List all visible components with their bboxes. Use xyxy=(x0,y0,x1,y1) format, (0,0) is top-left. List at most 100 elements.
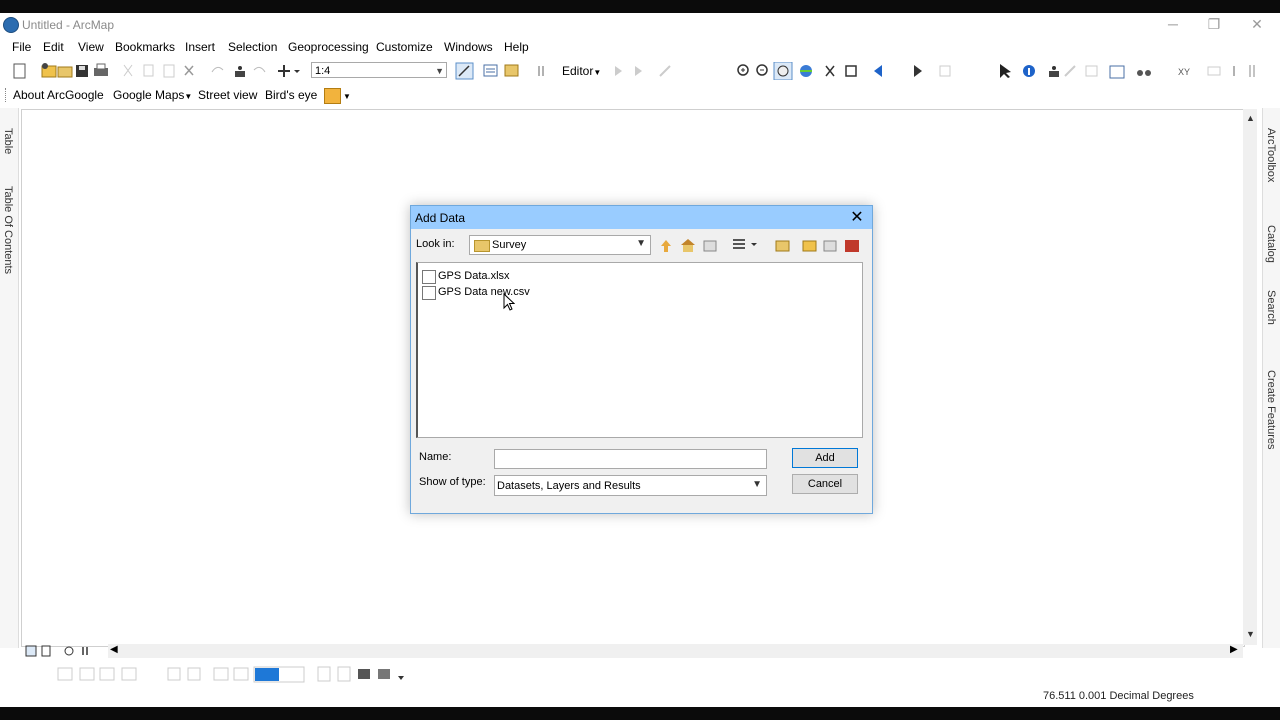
show-of-type-select[interactable]: Datasets, Layers and Results ▼ xyxy=(494,475,767,496)
save-icon[interactable] xyxy=(76,65,88,77)
back-arrow-icon[interactable] xyxy=(874,65,882,77)
toggle-draft-mode-icon[interactable] xyxy=(317,666,331,682)
focus-data-frame-icon[interactable] xyxy=(337,666,351,682)
new-document-icon[interactable] xyxy=(13,63,26,79)
pan-hand-icon[interactable] xyxy=(773,62,793,80)
undo-icon[interactable] xyxy=(211,66,224,73)
add-data-plus-icon[interactable] xyxy=(278,65,300,77)
restore-button[interactable]: ❐ xyxy=(1194,14,1234,34)
refresh-icon[interactable] xyxy=(64,646,74,656)
new-folder-icon[interactable] xyxy=(802,240,817,252)
menu-bookmarks[interactable]: Bookmarks xyxy=(115,40,175,54)
zoom-out-page-icon[interactable] xyxy=(79,667,95,681)
zoom-whole-page-icon[interactable] xyxy=(121,667,137,681)
redo-icon[interactable] xyxy=(253,66,266,73)
more-tools-icon[interactable] xyxy=(1249,65,1255,77)
data-driven-pages-icon[interactable] xyxy=(378,669,390,679)
toolbar-grip[interactable] xyxy=(5,88,8,102)
add-button[interactable]: Add xyxy=(792,448,858,468)
zoom-in-icon[interactable] xyxy=(737,64,749,76)
layout-toolbar-more-icon[interactable] xyxy=(398,676,404,680)
fixed-zoom-out-icon[interactable] xyxy=(845,65,857,77)
find-icon[interactable] xyxy=(1049,66,1059,77)
menu-selection[interactable]: Selection xyxy=(228,40,277,54)
scroll-left-icon[interactable]: ◀ xyxy=(110,644,118,655)
select-elements-icon[interactable] xyxy=(1000,64,1011,78)
street-view-button[interactable]: Street view xyxy=(198,88,257,102)
tab-catalog[interactable]: Catalog xyxy=(1265,225,1277,263)
look-in-select[interactable]: Survey ▼ xyxy=(469,235,651,255)
zoom-out-icon[interactable] xyxy=(756,64,768,76)
toolbar-handle-icon[interactable] xyxy=(538,66,544,76)
paste-icon[interactable] xyxy=(163,64,175,78)
cut-icon[interactable] xyxy=(123,64,133,77)
open-folder-icon[interactable] xyxy=(57,66,73,78)
full-extent-icon[interactable] xyxy=(800,65,812,77)
forward-arrow-icon[interactable] xyxy=(914,65,922,77)
home-icon[interactable] xyxy=(681,239,695,252)
scroll-up-icon[interactable]: ▲ xyxy=(1246,113,1255,123)
fixed-zoom-out-page-icon[interactable] xyxy=(187,667,201,681)
name-input[interactable] xyxy=(494,449,767,469)
go-forward-extent-icon[interactable] xyxy=(233,667,249,681)
go-to-xy-icon[interactable]: XY xyxy=(1178,67,1190,77)
tab-table[interactable]: Table xyxy=(2,128,14,154)
menu-insert[interactable]: Insert xyxy=(185,40,215,54)
hyperlink-icon[interactable] xyxy=(1085,65,1098,77)
html-popup-icon[interactable] xyxy=(1109,65,1125,79)
up-one-level-icon[interactable] xyxy=(661,240,671,252)
layout-view-icon[interactable] xyxy=(41,645,51,657)
toolbox-icon[interactable] xyxy=(845,240,859,252)
add-data-icon[interactable] xyxy=(41,63,57,78)
data-view-icon[interactable] xyxy=(25,645,37,657)
fixed-zoom-in-page-icon[interactable] xyxy=(167,667,181,681)
menu-windows[interactable]: Windows xyxy=(444,40,493,54)
disconnect-folder-icon[interactable] xyxy=(823,240,837,252)
menu-view[interactable]: View xyxy=(78,40,104,54)
select-features-icon[interactable] xyxy=(939,65,951,77)
measure-icon[interactable] xyxy=(1064,65,1076,77)
map-image-icon[interactable] xyxy=(324,88,341,104)
pan-page-icon[interactable] xyxy=(99,667,115,681)
connect-folder-icon[interactable] xyxy=(703,240,717,252)
print-icon[interactable] xyxy=(94,63,108,76)
tab-search[interactable]: Search xyxy=(1265,290,1277,325)
edit-tool-icon[interactable] xyxy=(615,66,622,76)
time-slider-icon[interactable] xyxy=(1207,66,1221,76)
pencil-icon[interactable] xyxy=(659,65,671,77)
google-maps-menu[interactable]: Google Maps▼ xyxy=(113,88,192,102)
editor-toolbar-icon[interactable] xyxy=(455,62,474,80)
close-button[interactable]: ✕ xyxy=(1237,14,1277,34)
horizontal-scrollbar[interactable]: ◀ ▶ xyxy=(108,644,1243,658)
cancel-button[interactable]: Cancel xyxy=(792,474,858,494)
delete-icon[interactable] xyxy=(184,65,194,76)
zoom-in-page-icon[interactable] xyxy=(57,667,73,681)
copy-icon[interactable] xyxy=(143,64,154,77)
catalog-icon[interactable] xyxy=(504,64,519,77)
zoom-percent-box[interactable] xyxy=(253,666,305,683)
go-back-extent-icon[interactable] xyxy=(213,667,229,681)
editor-menu[interactable]: Editor▼ xyxy=(562,64,601,78)
dialog-titlebar[interactable]: Add Data ✕ xyxy=(411,206,872,229)
table-of-contents-icon[interactable] xyxy=(483,64,498,77)
about-arcgoogle-button[interactable]: About ArcGoogle xyxy=(13,88,104,102)
map-scale-combobox[interactable]: 1:4 ▼ xyxy=(311,62,447,78)
sketch-tool-icon[interactable] xyxy=(635,66,642,76)
menu-customize[interactable]: Customize xyxy=(376,40,433,54)
menu-geoprocessing[interactable]: Geoprocessing xyxy=(288,40,369,54)
pause-icon[interactable] xyxy=(82,647,88,655)
scroll-right-icon[interactable]: ▶ xyxy=(1230,644,1238,655)
minimize-button[interactable]: ─ xyxy=(1153,14,1193,34)
change-layout-icon[interactable] xyxy=(358,669,370,679)
menu-edit[interactable]: Edit xyxy=(43,40,64,54)
dialog-close-icon[interactable]: ✕ xyxy=(847,208,867,228)
file-list[interactable]: GPS Data.xlsx GPS Data new.csv xyxy=(416,262,863,438)
tab-arctoolbox[interactable]: ArcToolbox xyxy=(1265,128,1277,182)
menu-file[interactable]: File xyxy=(12,40,31,54)
catalog-options-icon[interactable] xyxy=(775,240,790,252)
tab-create-features[interactable]: Create Features xyxy=(1265,370,1277,449)
scroll-down-icon[interactable]: ▼ xyxy=(1246,629,1255,639)
identify-icon[interactable] xyxy=(1023,65,1035,77)
undo-dropdown-icon[interactable] xyxy=(235,66,245,77)
tab-table-of-contents[interactable]: Table Of Contents xyxy=(2,186,14,274)
